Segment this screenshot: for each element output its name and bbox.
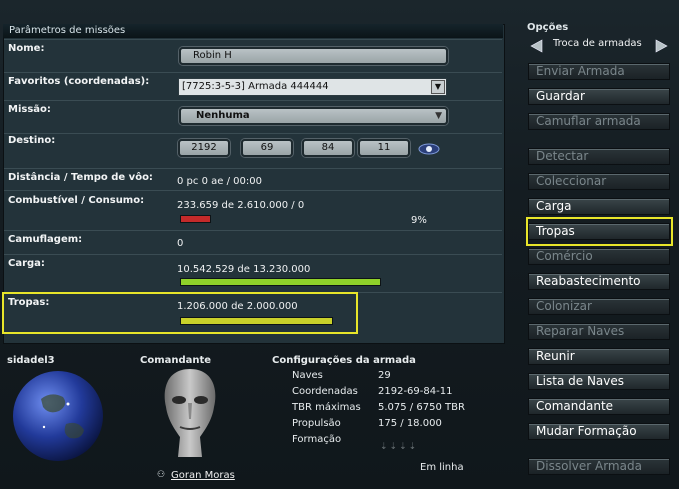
arrow-left-icon[interactable] xyxy=(528,38,544,54)
fuel-label: Combustível / Consumo: xyxy=(8,195,145,206)
config-value: 175 / 18.000 xyxy=(378,418,442,429)
config-value: 29 xyxy=(378,370,391,381)
name-input[interactable]: Robin H xyxy=(179,47,448,65)
name-label: Nome: xyxy=(8,43,45,54)
option-button-colonizar: Colonizar xyxy=(528,298,670,315)
destination-planet-input[interactable]: 84 xyxy=(302,139,354,157)
mission-selected: Nenhuma xyxy=(196,110,250,121)
option-button-mudar-formacao[interactable]: Mudar Formação xyxy=(528,423,670,440)
destination-position-input[interactable]: 11 xyxy=(358,139,410,157)
option-button-reabastecimento[interactable]: Reabastecimento xyxy=(528,273,670,290)
config-label: Naves xyxy=(292,370,323,381)
planet-name: sidadel3 xyxy=(7,355,55,366)
troops-highlight xyxy=(2,292,358,334)
cargo-label: Carga: xyxy=(8,258,45,269)
option-button-comercio: Comércio xyxy=(528,248,670,265)
panel-title: Parâmetros de missões xyxy=(3,24,503,38)
distance-label: Distância / Tempo de vôo: xyxy=(8,172,153,183)
formation-icon: ⇣⇣⇣⇣ xyxy=(380,442,419,452)
config-label: Formação xyxy=(292,434,342,445)
option-button-detectar: Detectar xyxy=(528,148,670,165)
commander-name-link[interactable]: Goran Moras xyxy=(171,470,235,481)
option-button-reunir[interactable]: Reunir xyxy=(528,348,670,365)
favorites-label: Favoritos (coordenadas): xyxy=(8,76,150,87)
config-row-tbr: TBR máximas 5.075 / 6750 TBR xyxy=(292,402,492,413)
fleet-config-title: Configurações da armada xyxy=(272,355,416,366)
options-title: Opções xyxy=(527,22,569,33)
favorites-selected: [7725:3-5-3] Armada 444444 xyxy=(182,81,329,92)
row-mission: Missão: Nenhuma ▼ xyxy=(4,100,502,134)
cargo-value: 10.542.529 de 13.230.000 xyxy=(177,264,311,275)
fuel-percent: 9% xyxy=(411,215,427,226)
row-fuel: Combustível / Consumo: 233.659 de 2.610.… xyxy=(4,190,502,231)
row-cargo: Carga: 10.542.529 de 13.230.000 xyxy=(4,254,502,293)
game-window: Parâmetros de missões Nome: Robin H Favo… xyxy=(0,0,679,489)
camo-value: 0 xyxy=(177,238,184,249)
fuel-value: 233.659 de 2.610.000 / 0 xyxy=(177,200,305,211)
fleet-switch-label: Troca de armadas xyxy=(553,38,642,49)
target-icon[interactable] xyxy=(418,142,440,156)
config-label: TBR máximas xyxy=(292,402,361,413)
row-favorites: Favoritos (coordenadas): [7725:3-5-3] Ar… xyxy=(4,72,502,101)
commander-title: Comandante xyxy=(140,355,212,366)
option-button-carga[interactable]: Carga xyxy=(528,198,670,215)
commander-portrait[interactable] xyxy=(158,367,222,459)
config-label: Coordenadas xyxy=(292,386,358,397)
row-distance: Distância / Tempo de vôo: 0 pc 0 ae / 00… xyxy=(4,168,502,191)
destination-galaxy-input[interactable]: 2192 xyxy=(178,139,230,157)
distance-value: 0 pc 0 ae / 00:00 xyxy=(177,176,262,187)
option-button-dissolver-armada: Dissolver Armada xyxy=(528,458,670,475)
chevron-down-icon[interactable]: ▼ xyxy=(431,80,445,94)
option-button-enviar-armada: Enviar Armada xyxy=(528,63,670,80)
option-button-lista-de-naves[interactable]: Lista de Naves xyxy=(528,373,670,390)
cargo-progress-bar xyxy=(180,278,381,286)
mission-label: Missão: xyxy=(8,104,51,115)
destination-label: Destino: xyxy=(8,135,56,146)
formation-status: Em linha xyxy=(420,462,464,473)
config-value: 5.075 / 6750 TBR xyxy=(378,402,465,413)
config-row-propulsion: Propulsão 175 / 18.000 xyxy=(292,418,492,429)
row-name: Nome: Robin H xyxy=(4,39,502,73)
row-camo: Camuflagem: 0 xyxy=(4,230,502,255)
chevron-down-icon[interactable]: ▼ xyxy=(435,109,442,123)
option-button-reparar-naves: Reparar Naves xyxy=(528,323,670,340)
fuel-progress-bar xyxy=(180,215,211,223)
troops-button-highlight xyxy=(526,217,673,246)
config-row-ships: Naves 29 xyxy=(292,370,391,381)
config-row-coords: Coordenadas 2192-69-84-11 xyxy=(292,386,492,397)
favorites-select[interactable]: [7725:3-5-3] Armada 444444 ▼ xyxy=(178,78,447,96)
option-button-comandante[interactable]: Comandante xyxy=(528,398,670,415)
commander-icon: ⚇ xyxy=(157,470,166,480)
destination-system-input[interactable]: 69 xyxy=(241,139,293,157)
option-button-coleccionar: Coleccionar xyxy=(528,173,670,190)
config-value: 2192-69-84-11 xyxy=(378,386,453,397)
mission-select[interactable]: Nenhuma ▼ xyxy=(179,107,448,125)
camo-label: Camuflagem: xyxy=(8,234,83,245)
arrow-right-icon[interactable] xyxy=(654,38,670,54)
config-label: Propulsão xyxy=(292,418,341,429)
option-button-camuflar-armada: Camuflar armada xyxy=(528,113,670,130)
option-button-guardar[interactable]: Guardar xyxy=(528,88,670,105)
planet-globe-icon[interactable] xyxy=(11,369,105,463)
